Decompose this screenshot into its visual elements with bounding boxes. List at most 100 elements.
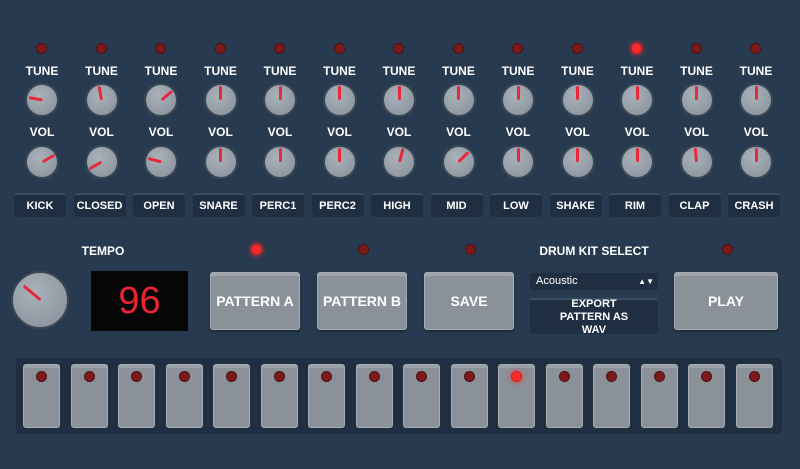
tune-knob[interactable] bbox=[263, 83, 297, 117]
vol-knob[interactable] bbox=[679, 145, 714, 179]
tempo-display: 96 bbox=[91, 271, 188, 331]
pattern-b-button[interactable]: PATTERN B bbox=[317, 272, 407, 330]
tune-label: TUNE bbox=[25, 64, 59, 78]
channel-led bbox=[512, 43, 523, 54]
tune-knob[interactable] bbox=[739, 83, 773, 117]
channel-select-button[interactable]: MID bbox=[430, 193, 483, 217]
tune-knob[interactable] bbox=[203, 83, 238, 117]
vol-label: VOL bbox=[446, 125, 471, 139]
vol-knob[interactable] bbox=[144, 145, 178, 179]
step-button[interactable] bbox=[165, 364, 203, 428]
channel-select-button[interactable]: LOW bbox=[490, 193, 542, 217]
channel-select-button[interactable]: CRASH bbox=[728, 193, 780, 217]
step-led bbox=[463, 371, 475, 382]
step-button[interactable] bbox=[450, 364, 488, 428]
tempo-label: TEMPO bbox=[81, 244, 125, 258]
tune-label: TUNE bbox=[501, 64, 535, 78]
step-button[interactable] bbox=[688, 364, 725, 428]
channel-select-button[interactable]: CLAP bbox=[668, 193, 721, 217]
step-led bbox=[321, 371, 332, 382]
step-button[interactable] bbox=[498, 364, 535, 428]
channel-select-button[interactable]: PERC1 bbox=[252, 193, 304, 217]
channel-select-button[interactable]: KICK bbox=[14, 193, 66, 217]
tune-knob[interactable] bbox=[501, 83, 535, 117]
step-button[interactable] bbox=[640, 364, 678, 428]
vol-knob[interactable] bbox=[263, 145, 297, 179]
tune-label: TUNE bbox=[144, 64, 178, 78]
step-led bbox=[511, 371, 522, 382]
tune-knob[interactable] bbox=[620, 83, 654, 117]
channel-select-button[interactable]: SHAKE bbox=[549, 193, 602, 217]
vol-label: VOL bbox=[89, 125, 114, 139]
step-led bbox=[178, 371, 190, 382]
step-button[interactable] bbox=[545, 364, 583, 428]
step-led bbox=[748, 371, 760, 382]
drum-kit-selected-value: Acoustic bbox=[536, 275, 578, 287]
vol-label: VOL bbox=[684, 125, 709, 139]
step-button[interactable] bbox=[118, 364, 155, 428]
export-wav-label: EXPORT PATTERN AS WAV bbox=[559, 297, 629, 336]
tune-label: TUNE bbox=[739, 64, 773, 78]
tune-knob[interactable] bbox=[560, 83, 595, 117]
step-button[interactable] bbox=[23, 364, 60, 428]
channel-select-button[interactable]: SNARE bbox=[192, 193, 245, 217]
step-button[interactable] bbox=[260, 364, 298, 428]
tune-knob[interactable] bbox=[441, 83, 476, 117]
drum-kit-select-label: DRUM KIT SELECT bbox=[539, 244, 649, 258]
channel-led bbox=[36, 43, 47, 54]
vol-label: VOL bbox=[565, 125, 590, 139]
tune-label: TUNE bbox=[442, 64, 475, 78]
channel-select-button[interactable]: OPEN bbox=[133, 193, 185, 217]
step-led bbox=[558, 371, 570, 382]
tune-knob[interactable] bbox=[84, 83, 119, 117]
step-button[interactable] bbox=[308, 364, 345, 428]
vol-knob[interactable] bbox=[739, 145, 773, 179]
channel-select-button[interactable]: RIM bbox=[609, 193, 661, 217]
tune-knob[interactable] bbox=[144, 83, 178, 117]
vol-knob[interactable] bbox=[501, 145, 535, 179]
vol-knob[interactable] bbox=[441, 145, 476, 179]
tempo-knob[interactable] bbox=[11, 271, 69, 329]
tune-knob[interactable] bbox=[679, 83, 714, 117]
vol-knob[interactable] bbox=[620, 145, 654, 179]
vol-label: VOL bbox=[505, 125, 531, 139]
vol-knob[interactable] bbox=[84, 145, 119, 179]
pattern-b-led bbox=[358, 244, 369, 255]
channel-select-button[interactable]: HIGH bbox=[371, 193, 423, 217]
channel-led bbox=[750, 43, 761, 54]
step-led bbox=[653, 371, 665, 382]
channel-select-button[interactable]: CLOSED bbox=[73, 193, 126, 217]
channel-led bbox=[155, 43, 166, 54]
step-button[interactable] bbox=[213, 364, 250, 428]
vol-knob[interactable] bbox=[25, 145, 59, 179]
vol-label: VOL bbox=[29, 125, 55, 139]
tune-label: TUNE bbox=[85, 64, 118, 78]
tune-label: TUNE bbox=[561, 64, 594, 78]
channel-led bbox=[571, 43, 583, 54]
step-button[interactable] bbox=[593, 364, 630, 428]
play-button[interactable]: PLAY bbox=[674, 272, 778, 330]
pattern-a-button[interactable]: PATTERN A bbox=[210, 272, 300, 330]
vol-knob[interactable] bbox=[322, 145, 357, 179]
vol-knob[interactable] bbox=[382, 145, 416, 179]
vol-knob[interactable] bbox=[560, 145, 595, 179]
tune-knob[interactable] bbox=[382, 83, 416, 117]
tune-knob[interactable] bbox=[25, 83, 59, 117]
channel-select-button[interactable]: PERC2 bbox=[311, 193, 364, 217]
save-button[interactable]: SAVE bbox=[424, 272, 514, 330]
tune-label: TUNE bbox=[204, 64, 237, 78]
step-button[interactable] bbox=[355, 364, 393, 428]
drum-kit-select[interactable]: Acoustic ▲▼ bbox=[530, 273, 658, 290]
step-button[interactable] bbox=[735, 364, 773, 428]
step-button[interactable] bbox=[70, 364, 108, 428]
tune-label: TUNE bbox=[323, 64, 356, 78]
vol-knob[interactable] bbox=[203, 145, 238, 179]
tune-knob[interactable] bbox=[322, 83, 357, 117]
step-led bbox=[416, 371, 427, 382]
step-led bbox=[606, 371, 617, 382]
step-button[interactable] bbox=[403, 364, 440, 428]
pattern-a-led bbox=[251, 244, 262, 255]
vol-label: VOL bbox=[327, 125, 352, 139]
step-led bbox=[701, 371, 712, 382]
export-wav-button[interactable]: EXPORT PATTERN AS WAV bbox=[530, 297, 658, 336]
